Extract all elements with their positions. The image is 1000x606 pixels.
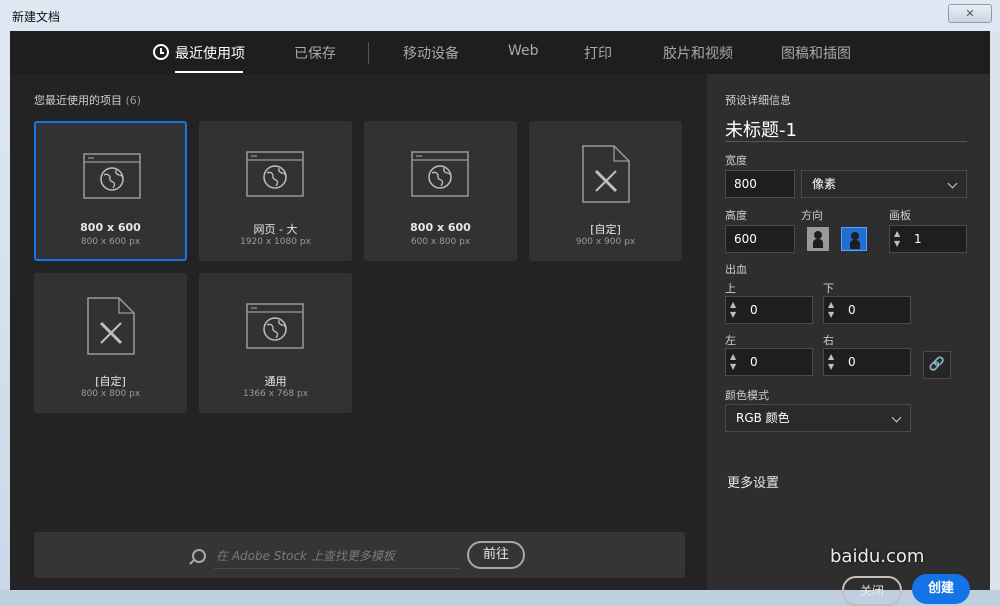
document-pencil-icon [582, 145, 630, 207]
go-button[interactable]: 前往 [467, 541, 525, 569]
recent-panel: 您最近使用的项目 (6) 800 x 600 800 x 600 px 网页 - 大… [10, 74, 707, 590]
height-input[interactable]: 600 [725, 225, 795, 253]
close-button[interactable]: 关闭 [842, 576, 902, 606]
bleed-right-label: 右 [823, 334, 834, 347]
bleed-label: 出血 [725, 263, 747, 276]
recent-item-name: 800 x 600 [80, 221, 141, 234]
artboard-label: 画板 [889, 209, 911, 222]
web-globe-icon [83, 153, 141, 203]
web-globe-icon [246, 151, 304, 201]
recent-item-name: [自定] [590, 223, 621, 236]
bleed-left-value: 0 [750, 355, 758, 369]
color-mode-label: 颜色模式 [725, 389, 769, 402]
landscape-figure-body [850, 240, 860, 249]
stepper-arrows-icon[interactable]: ▲ ▼ [828, 352, 840, 372]
tab-saved[interactable]: 已保存 [294, 43, 336, 63]
recent-item-card[interactable]: 通用 1366 x 768 px [199, 273, 352, 413]
height-label: 高度 [725, 209, 747, 222]
artboard-value: 1 [914, 232, 922, 246]
landscape-orientation-button[interactable] [841, 227, 867, 251]
stock-search-input[interactable]: 在 Adobe Stock 上查找更多模板 [216, 547, 395, 564]
portrait-figure-icon [814, 231, 822, 239]
color-mode-select[interactable]: RGB 颜色 [725, 404, 911, 432]
more-settings-link[interactable]: 更多设置 [727, 472, 779, 491]
color-mode-value: RGB 颜色 [736, 411, 790, 425]
stepper-arrows-icon[interactable]: ▲ ▼ [828, 300, 840, 320]
unit-value: 像素 [812, 177, 837, 191]
bleed-right-value: 0 [848, 355, 856, 369]
web-globe-icon [246, 303, 304, 353]
window-edge [990, 31, 1000, 590]
recent-item-dimensions: 800 x 600 px [80, 237, 141, 247]
recent-count: (6) [125, 94, 142, 107]
bleed-right-input[interactable]: ▲ ▼ 0 [823, 348, 911, 376]
width-label: 宽度 [725, 154, 747, 167]
search-icon [192, 549, 206, 563]
width-input[interactable]: 800 [725, 170, 795, 198]
preset-details-panel: 预设详细信息 未标题-1 宽度 800 像素 高度 600 方向 画板 ▲ ▼ 1… [707, 74, 990, 606]
bleed-top-input[interactable]: ▲ ▼ 0 [725, 296, 813, 324]
recent-item-dimensions: 900 x 900 px [575, 237, 636, 247]
bleed-bottom-input[interactable]: ▲ ▼ 0 [823, 296, 911, 324]
bleed-bottom-label: 下 [823, 282, 834, 295]
recent-item-name: [自定] [95, 375, 126, 388]
bleed-bottom-value: 0 [848, 303, 856, 317]
web-globe-icon [411, 151, 469, 201]
link-bleed-button[interactable]: 🔗 [923, 351, 951, 379]
bleed-left-input[interactable]: ▲ ▼ 0 [725, 348, 813, 376]
portrait-figure-body [813, 239, 823, 248]
recent-item-name: 800 x 600 [410, 221, 471, 234]
window-title: 新建文档 [12, 10, 61, 24]
tab-art-illustration[interactable]: 图稿和插图 [781, 43, 851, 63]
tab-print[interactable]: 打印 [584, 43, 612, 63]
stepper-arrows-icon[interactable]: ▲ ▼ [894, 229, 906, 249]
tab-divider [368, 42, 369, 64]
recent-item-name: 通用 [264, 375, 287, 388]
stepper-arrows-icon[interactable]: ▲ ▼ [730, 352, 742, 372]
active-tab-indicator [175, 71, 243, 73]
orientation-label: 方向 [801, 209, 823, 222]
tab-film-video[interactable]: 胶片和视频 [663, 43, 733, 63]
chevron-down-icon [891, 412, 902, 423]
tab-bar: 最近使用项 已保存 移动设备 Web 打印 胶片和视频 图稿和插图 [10, 31, 990, 74]
recent-item-dimensions: 1366 x 768 px [242, 389, 309, 399]
artboard-input[interactable]: ▲ ▼ 1 [889, 225, 967, 253]
tab-mobile[interactable]: 移动设备 [403, 43, 459, 63]
preset-details-title: 预设详细信息 [725, 94, 791, 107]
create-button[interactable]: 创建 [912, 574, 970, 604]
stock-search-bar: 在 Adobe Stock 上查找更多模板 前往 [34, 532, 685, 578]
recent-item-dimensions: 600 x 800 px [410, 237, 471, 247]
recent-title-text: 您最近使用的项目 [34, 94, 122, 107]
portrait-orientation-button[interactable] [807, 227, 829, 251]
chevron-down-icon [947, 178, 958, 189]
watermark: baidu.com [830, 546, 925, 567]
landscape-figure-icon [851, 232, 859, 240]
clock-icon [153, 44, 169, 60]
link-chain-icon: 🔗 [928, 357, 946, 372]
document-name-field[interactable]: 未标题-1 [725, 116, 797, 142]
search-underline [214, 568, 460, 569]
stepper-arrows-icon[interactable]: ▲ ▼ [730, 300, 742, 320]
tab-recent[interactable]: 最近使用项 [175, 43, 245, 63]
window-close-button[interactable]: ✕ [948, 4, 992, 23]
bleed-left-label: 左 [725, 334, 736, 347]
new-document-dialog: 最近使用项 已保存 移动设备 Web 打印 胶片和视频 图稿和插图 您最近使用的… [10, 31, 990, 606]
tab-web[interactable]: Web [508, 43, 539, 59]
unit-select[interactable]: 像素 [801, 170, 967, 198]
recent-item-dimensions: 1920 x 1080 px [240, 237, 311, 247]
recent-item-dimensions: 800 x 800 px [80, 389, 141, 399]
recent-item-card[interactable]: [自定] 800 x 800 px [34, 273, 187, 413]
recent-item-card[interactable]: 800 x 600 800 x 600 px [34, 121, 187, 261]
recent-section-title: 您最近使用的项目 (6) [34, 92, 141, 108]
document-name-underline [725, 141, 967, 142]
bleed-top-value: 0 [750, 303, 758, 317]
document-pencil-icon [87, 297, 135, 359]
recent-item-card[interactable]: 800 x 600 600 x 800 px [364, 121, 517, 261]
recent-item-name: 网页 - 大 [253, 223, 298, 236]
bleed-top-label: 上 [725, 282, 736, 295]
recent-item-card[interactable]: 网页 - 大 1920 x 1080 px [199, 121, 352, 261]
recent-item-card[interactable]: [自定] 900 x 900 px [529, 121, 682, 261]
